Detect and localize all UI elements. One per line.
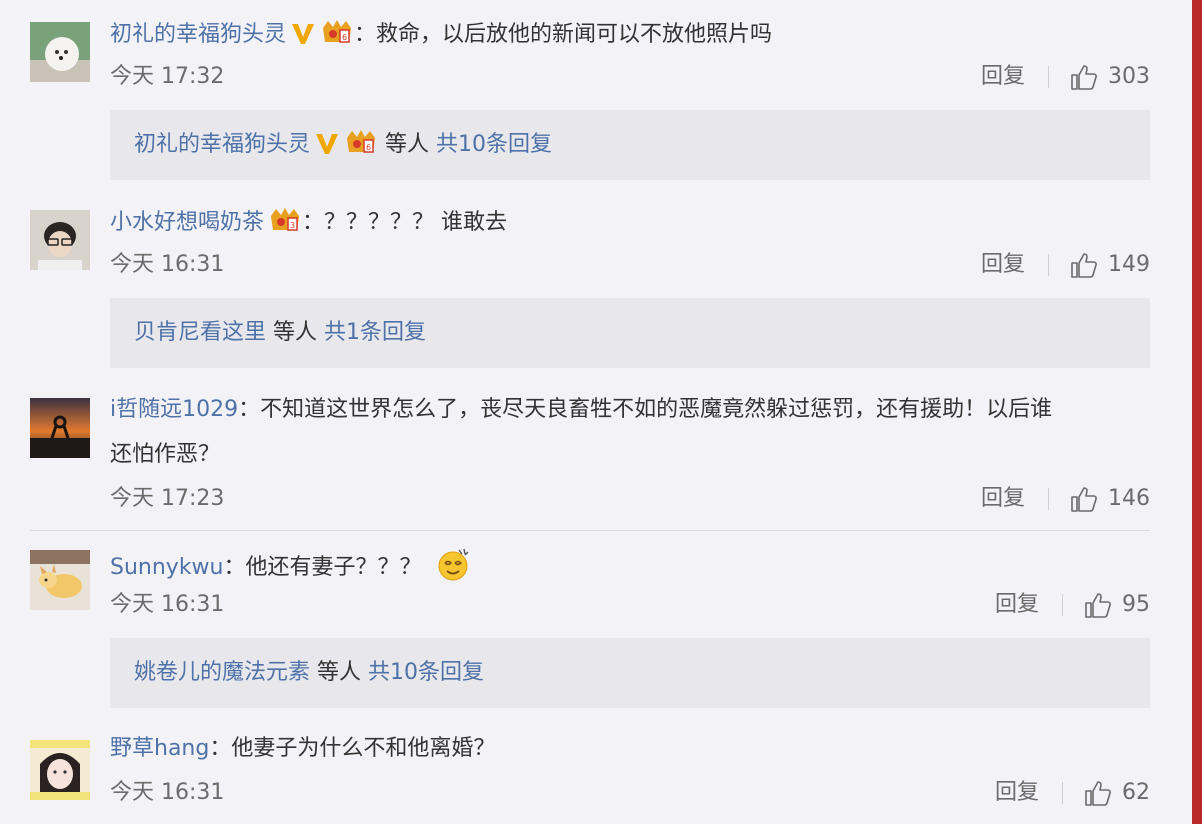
sub-reply-username[interactable]: 姚卷儿的魔法元素 (134, 660, 310, 685)
svg-text:6: 6 (342, 33, 347, 42)
username-link[interactable]: i哲随远1029 (110, 397, 238, 422)
reply-button[interactable]: 回复 (981, 62, 1025, 92)
thumbs-up-icon (1071, 253, 1097, 278)
svg-text:3: 3 (290, 221, 295, 230)
reply-button[interactable]: 回复 (995, 590, 1039, 620)
comment-line: 野草hang：他妻子为什么不和他离婚？ (110, 734, 495, 764)
avatar[interactable] (30, 210, 90, 270)
comment-time: 今天 16:31 (110, 592, 225, 617)
comment-divider (30, 530, 1150, 531)
comment-line-continued: 还怕作恶？ (110, 440, 220, 470)
thumbs-up-icon (1085, 781, 1111, 806)
like-count: 149 (1108, 252, 1150, 277)
comment-text: 他妻子为什么不和他离婚？ (231, 736, 496, 761)
comment-line: 小水好想喝奶茶 3 ：？？？？？ 谁敢去 (110, 206, 507, 243)
sub-reply-total-link[interactable]: 共1条回复 (324, 320, 426, 345)
sub-reply-etc: 等人 (273, 320, 318, 345)
like-button[interactable]: 62 (1084, 778, 1150, 808)
emoji-dizzy-icon (435, 546, 471, 591)
thumbs-up-icon (1071, 65, 1097, 90)
comment-time: 今天 16:31 (110, 780, 225, 805)
action-separator (1048, 66, 1049, 88)
avatar[interactable] (30, 398, 90, 458)
comment-time: 今天 16:31 (110, 252, 225, 277)
comment-line: 初礼的幸福狗头灵 6 ：救命，以后放他的新闻可以不放他照片吗 (110, 18, 772, 55)
like-button[interactable]: 303 (1070, 62, 1150, 92)
comment-text: ？？？？？ 谁敢去 (324, 210, 508, 235)
comment-colon: ： (223, 555, 246, 580)
avatar[interactable] (30, 550, 90, 610)
comment-line: i哲随远1029：不知道这世界怎么了，丧尽天良畜牲不如的恶魔竟然躲过惩罚，还有援… (110, 395, 1052, 425)
verified-v-icon (314, 115, 340, 185)
reply-button[interactable]: 回复 (981, 484, 1025, 514)
like-count: 303 (1108, 64, 1150, 89)
username-link[interactable]: Sunnykwu (110, 555, 224, 580)
comment-colon: ： (238, 397, 261, 422)
action-separator (1062, 594, 1063, 616)
username-link[interactable]: 小水好想喝奶茶 (110, 210, 264, 235)
sub-reply-total-link[interactable]: 共10条回复 (368, 660, 484, 685)
page-edge-bar (1192, 0, 1202, 824)
comment-text-continued: 还怕作恶？ (110, 442, 221, 467)
vip-crown-icon: 6 (320, 18, 354, 55)
reply-button[interactable]: 回复 (995, 778, 1039, 808)
like-count: 95 (1122, 592, 1150, 617)
sub-reply-etc: 等人 (385, 132, 430, 157)
avatar[interactable] (30, 22, 90, 82)
sub-replies-box[interactable]: 姚卷儿的魔法元素 等人 共10条回复 (110, 638, 1150, 708)
comment-line: Sunnykwu：他还有妻子？？？ (110, 546, 471, 591)
like-count: 146 (1108, 486, 1150, 511)
like-button[interactable]: 146 (1070, 484, 1150, 514)
sub-reply-username[interactable]: 初礼的幸福狗头灵 (134, 132, 310, 157)
reply-button[interactable]: 回复 (981, 250, 1025, 280)
thumbs-up-icon (1085, 593, 1111, 618)
sub-replies-box[interactable]: 贝肯尼看这里 等人 共1条回复 (110, 298, 1150, 368)
sub-reply-username[interactable]: 贝肯尼看这里 (134, 320, 266, 345)
avatar[interactable] (30, 740, 90, 800)
action-separator (1062, 782, 1063, 804)
vip-crown-icon: 6 (344, 115, 378, 185)
action-separator (1048, 254, 1049, 276)
like-button[interactable]: 95 (1084, 590, 1150, 620)
like-button[interactable]: 149 (1070, 250, 1150, 280)
comment-text: 不知道这世界怎么了，丧尽天良畜牲不如的恶魔竟然躲过惩罚，还有援助！以后谁 (260, 397, 1053, 422)
sub-reply-total-link[interactable]: 共10条回复 (436, 132, 552, 157)
comment-text: 他还有妻子？？？ (245, 555, 422, 580)
comment-time: 今天 17:23 (110, 486, 225, 511)
username-link[interactable]: 初礼的幸福狗头灵 (110, 22, 286, 47)
sub-replies-box[interactable]: 初礼的幸福狗头灵 6 等人 共10条回复 (110, 110, 1150, 180)
comment-colon: ： (209, 736, 232, 761)
comment-colon: ： (302, 210, 325, 235)
thumbs-up-icon (1071, 487, 1097, 512)
verified-v-icon (290, 22, 316, 55)
sub-reply-etc: 等人 (317, 660, 362, 685)
comment-colon: ： (354, 22, 377, 47)
comment-time: 今天 17:32 (110, 64, 225, 89)
action-separator (1048, 488, 1049, 510)
vip-crown-icon: 3 (268, 206, 302, 243)
username-link[interactable]: 野草hang (110, 736, 209, 761)
svg-text:6: 6 (366, 143, 371, 152)
comment-text: 救命，以后放他的新闻可以不放他照片吗 (376, 22, 773, 47)
like-count: 62 (1122, 780, 1150, 805)
